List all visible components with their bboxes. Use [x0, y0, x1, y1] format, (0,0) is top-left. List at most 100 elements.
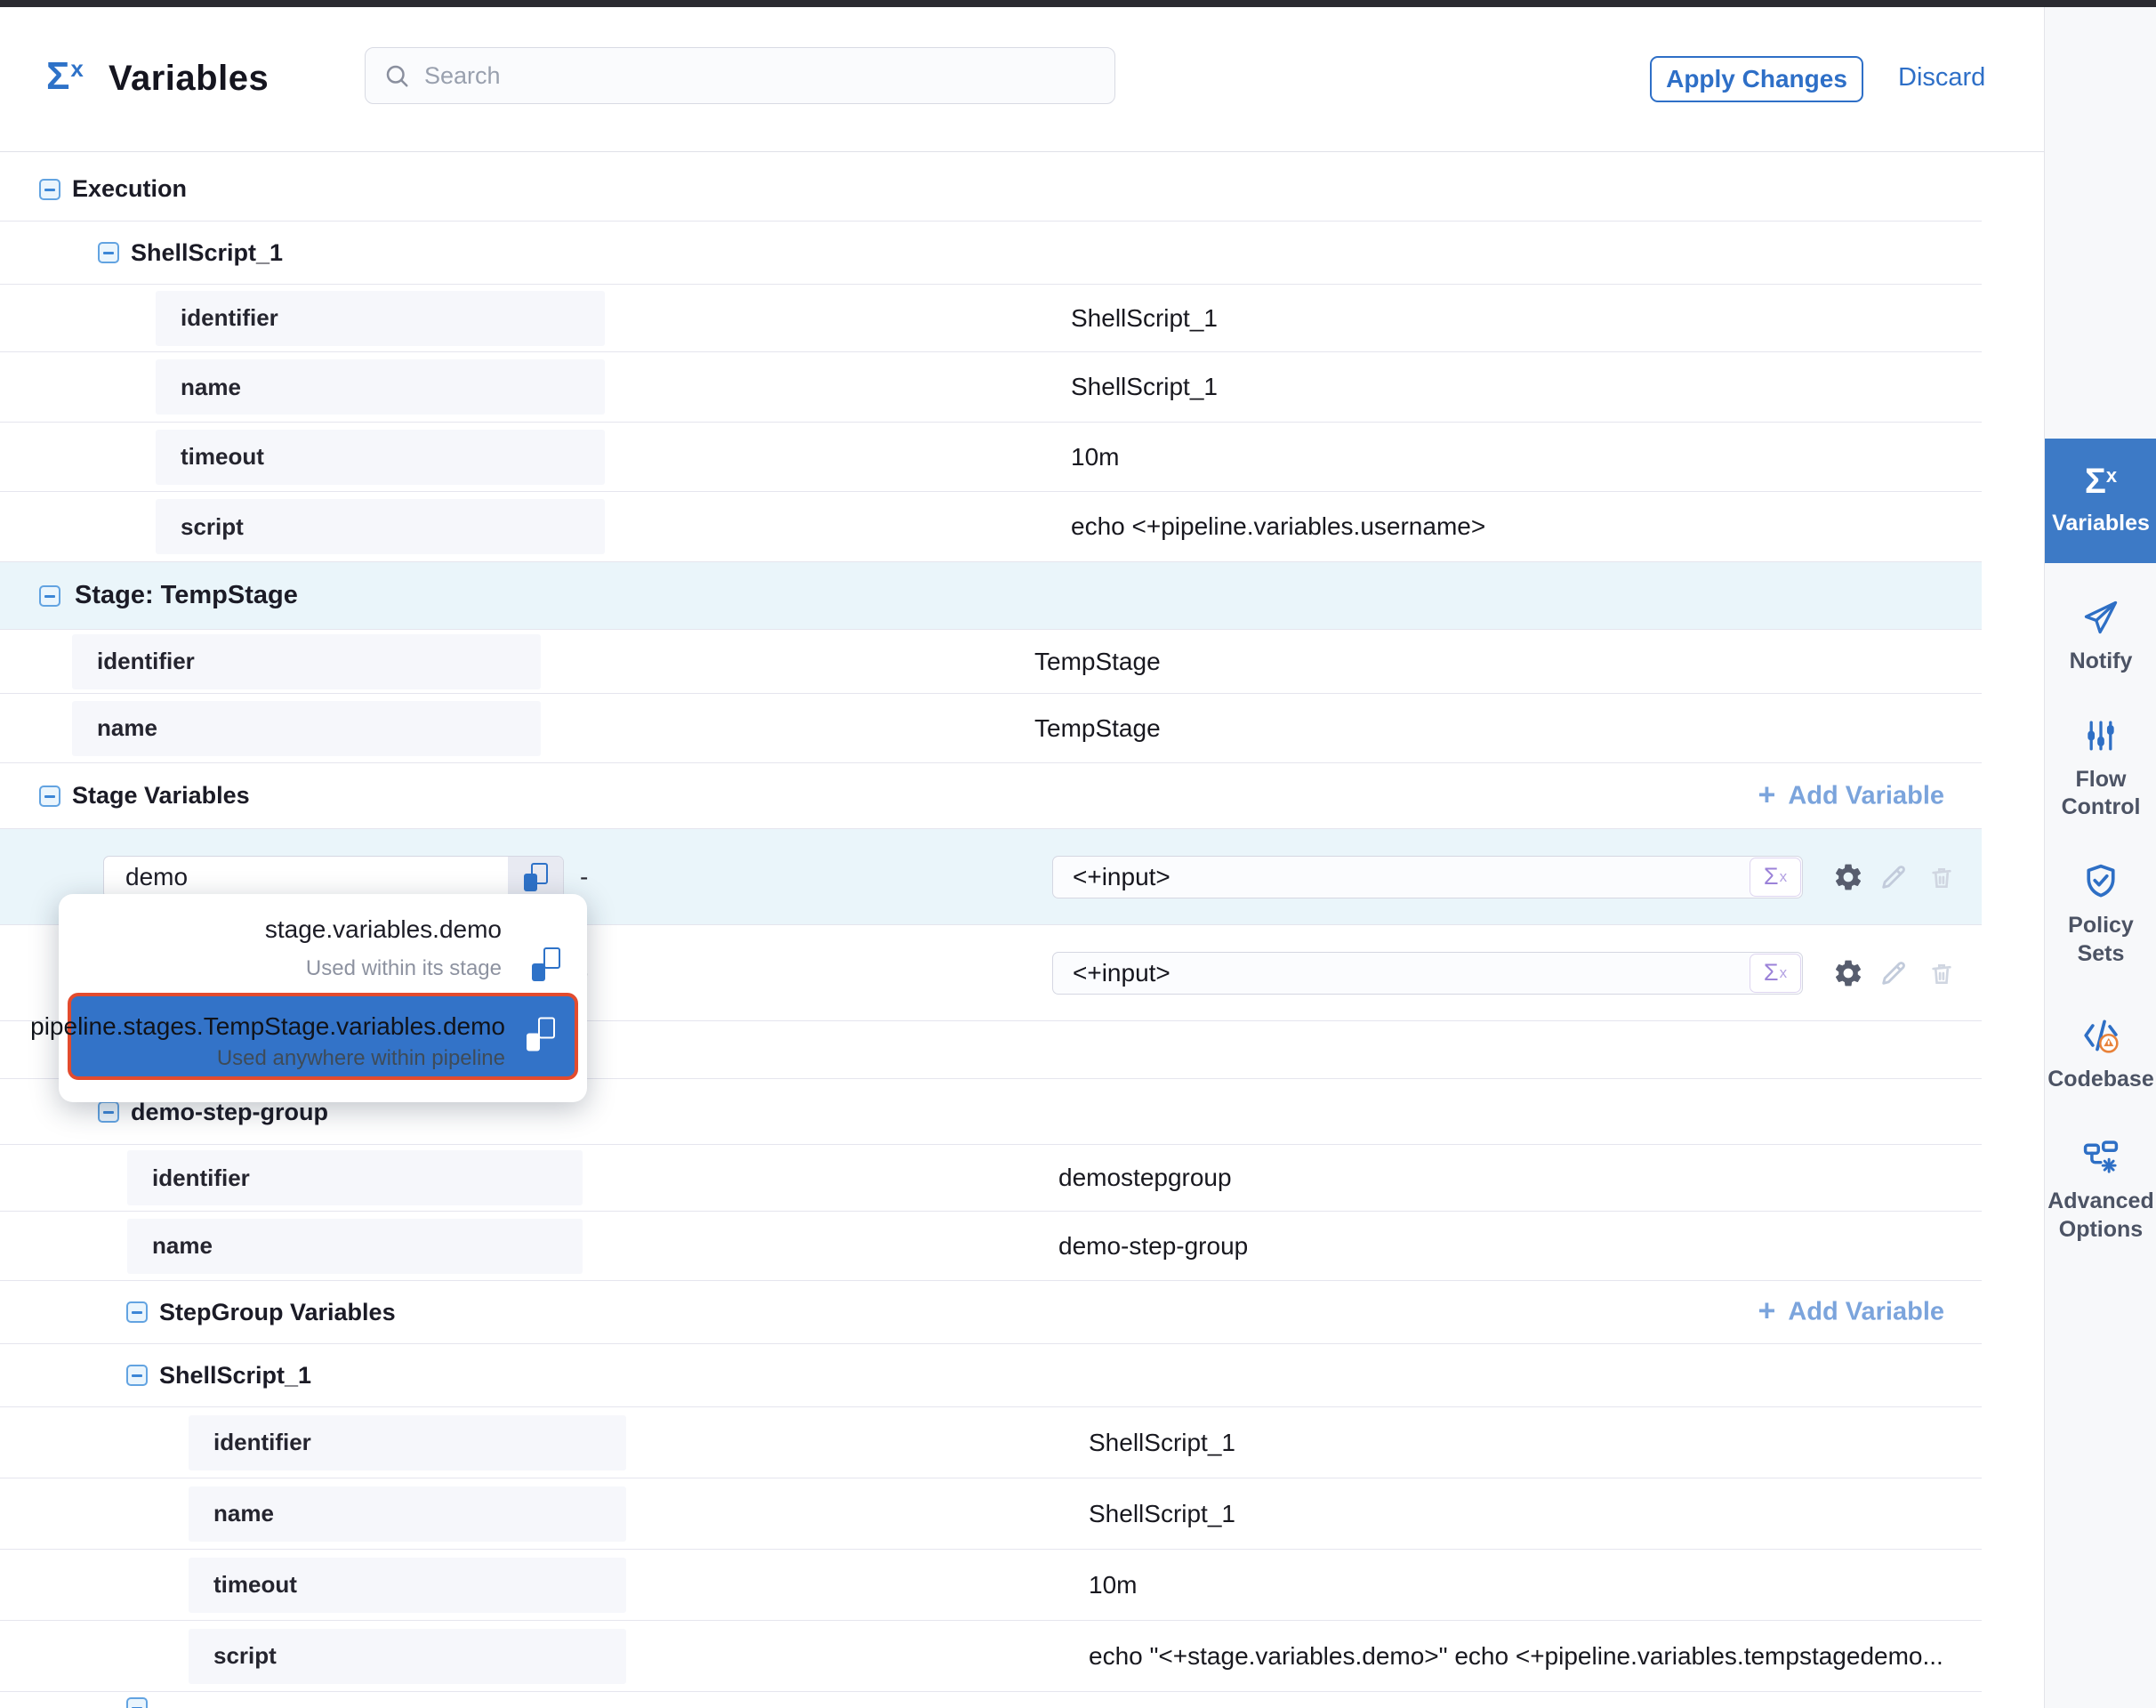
collapse-icon[interactable] — [39, 585, 60, 607]
field-row-name: name demo-step-group — [0, 1212, 1982, 1281]
field-value: TempStage — [1034, 648, 1161, 676]
copy-icon — [532, 947, 560, 981]
section-label: ShellScript_1 — [131, 239, 283, 267]
section-label: Stage Variables — [72, 782, 250, 810]
expression-sigma-icon[interactable]: Σx — [1750, 954, 1801, 993]
collapse-icon[interactable] — [98, 242, 119, 263]
field-value: echo "<+stage.variables.demo>" echo <+pi… — [1089, 1642, 1943, 1671]
variable-description: - — [580, 863, 588, 891]
field-label: name — [72, 701, 541, 756]
field-row-identifier: identifier ShellScript_1 — [0, 1407, 1982, 1478]
edit-button[interactable] — [1878, 862, 1909, 892]
copy-button[interactable] — [532, 947, 560, 986]
section-label: Execution — [72, 175, 187, 203]
collapse-icon[interactable] — [39, 786, 60, 807]
section-row-stepgroup-variables: StepGroup Variables +Add Variable — [0, 1281, 1982, 1344]
shield-check-icon — [2081, 862, 2120, 901]
field-row-identifier: identifier demostepgroup — [0, 1145, 1982, 1212]
search-box[interactable] — [365, 47, 1115, 104]
expression-text: stage.variables.demo — [59, 915, 502, 944]
copy-button[interactable] — [527, 1018, 555, 1056]
field-row-identifier: identifier TempStage — [0, 630, 1982, 694]
apply-changes-button[interactable]: Apply Changes — [1650, 56, 1863, 102]
delete-button[interactable] — [1927, 959, 1956, 987]
field-value: 10m — [1089, 1571, 1137, 1599]
table-row-partial — [0, 1692, 1982, 1708]
variable-expression-popover: stage.variables.demo Used within its sta… — [59, 894, 587, 1102]
variable-value-input[interactable]: <+input> Σx — [1052, 856, 1803, 898]
page-title: Variables — [109, 59, 269, 99]
right-nav-sidebar: Σx Variables Notify Flow Control Policy … — [2044, 7, 2156, 1708]
trash-icon — [1927, 959, 1956, 987]
field-label: timeout — [156, 430, 605, 485]
delete-button[interactable] — [1927, 863, 1956, 891]
field-value: ShellScript_1 — [1089, 1429, 1235, 1457]
field-value: ShellScript_1 — [1089, 1500, 1235, 1528]
field-value: 10m — [1071, 443, 1119, 471]
collapse-icon[interactable] — [98, 1101, 119, 1123]
collapse-icon[interactable] — [39, 179, 60, 200]
field-row-timeout: timeout 10m — [0, 423, 1982, 492]
sidebar-item-codebase[interactable]: Codebase — [2045, 1002, 2156, 1108]
edit-button[interactable] — [1878, 958, 1909, 988]
field-value: echo <+pipeline.variables.username> — [1071, 512, 1485, 541]
discard-button[interactable]: Discard — [1893, 62, 1991, 93]
section-row-shellscript1: ShellScript_1 — [0, 1344, 1982, 1407]
expression-option-pipeline-scope-selected[interactable]: pipeline.stages.TempStage.variables.demo… — [68, 993, 578, 1080]
field-label: script — [156, 499, 605, 554]
sidebar-item-flow-control[interactable]: Flow Control — [2045, 706, 2156, 831]
sidebar-item-policy-sets[interactable]: Policy Sets — [2045, 850, 2156, 979]
variable-value: <+input> — [1053, 959, 1750, 987]
field-label: timeout — [189, 1558, 626, 1613]
field-row-script: script echo "<+stage.variables.demo>" ec… — [0, 1621, 1982, 1692]
code-warning-icon — [2081, 1016, 2120, 1055]
field-value: TempStage — [1034, 714, 1161, 743]
trash-icon — [1927, 863, 1956, 891]
pencil-icon — [1878, 958, 1909, 988]
field-label: identifier — [156, 291, 605, 346]
expression-text: pipeline.stages.TempStage.variables.demo — [30, 1012, 505, 1041]
collapse-icon[interactable] — [126, 1365, 148, 1386]
section-row-stage-tempstage: Stage: TempStage — [0, 562, 1982, 630]
field-value: demostepgroup — [1058, 1164, 1232, 1192]
add-variable-button[interactable]: +Add Variable — [1758, 1298, 1944, 1327]
variable-name-value: demo — [104, 857, 508, 898]
variable-name-input[interactable]: demo — [103, 856, 564, 898]
gear-icon — [1832, 861, 1864, 893]
collapse-icon[interactable] — [126, 1301, 148, 1323]
section-label: StepGroup Variables — [159, 1299, 396, 1326]
paper-plane-icon — [2081, 598, 2120, 637]
gear-icon — [1832, 957, 1864, 989]
sidebar-item-advanced-options[interactable]: Advanced Options — [2045, 1126, 2156, 1255]
section-row-shellscript1: ShellScript_1 — [0, 222, 1982, 285]
sidebar-item-variables[interactable]: Σx Variables — [2045, 439, 2156, 563]
copy-icon — [527, 1018, 555, 1051]
add-variable-button[interactable]: +Add Variable — [1758, 781, 1944, 810]
pencil-icon — [1878, 862, 1909, 892]
search-icon — [383, 62, 410, 89]
copy-button[interactable] — [508, 857, 563, 898]
field-label: name — [156, 359, 605, 415]
settings-button[interactable] — [1832, 957, 1864, 989]
expression-sigma-icon[interactable]: Σx — [1750, 858, 1801, 897]
field-label: identifier — [127, 1150, 583, 1205]
copy-icon — [524, 863, 548, 891]
field-label: name — [189, 1486, 626, 1542]
field-row-name: name ShellScript_1 — [0, 352, 1982, 423]
expression-option-stage-scope[interactable]: stage.variables.demo Used within its sta… — [59, 915, 502, 981]
stage-section-label: Stage: TempStage — [75, 581, 298, 610]
settings-button[interactable] — [1832, 861, 1864, 893]
field-row-name: name TempStage — [0, 694, 1982, 763]
variable-value: <+input> — [1053, 863, 1750, 891]
section-row-execution: Execution — [0, 157, 1982, 222]
window-top-strip — [0, 0, 2156, 7]
search-input[interactable] — [422, 61, 1097, 91]
variable-value-input[interactable]: <+input> Σx — [1052, 952, 1803, 995]
collapse-icon[interactable] — [126, 1697, 148, 1708]
sidebar-item-notify[interactable]: Notify — [2045, 587, 2156, 687]
field-label: script — [189, 1629, 626, 1684]
field-label: name — [127, 1219, 583, 1274]
plus-icon: + — [1758, 779, 1775, 810]
flowchart-gear-icon — [2081, 1138, 2120, 1177]
variables-sigma-icon: Σx — [2085, 463, 2117, 499]
